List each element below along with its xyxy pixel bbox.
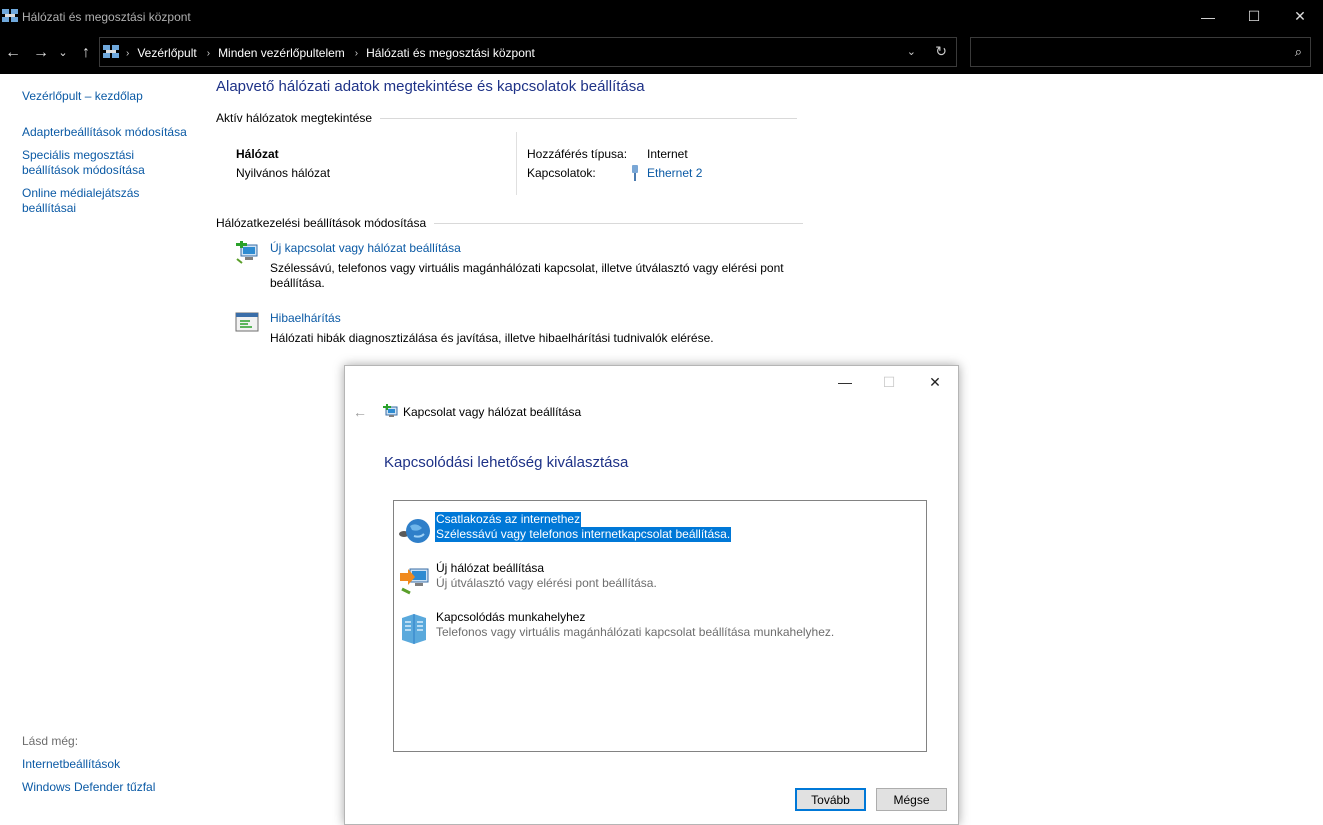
up-button[interactable]: ↑ [76,43,96,63]
new-connection-link[interactable]: Új kapcsolat vagy hálózat beállítása [270,241,461,255]
dialog-minimize-button[interactable]: — [833,372,857,392]
maximize-button[interactable]: ☐ [1231,0,1277,33]
chevron-down-icon[interactable]: ⌄ [907,45,916,58]
forward-button[interactable]: → [31,43,51,63]
divider [516,132,517,195]
minimize-button[interactable]: — [1185,0,1231,33]
search-input[interactable] [977,42,1277,62]
globe-icon [399,519,430,543]
breadcrumb-item[interactable]: Hálózati és megosztási központ [366,46,535,60]
section-heading-active-networks: Aktív hálózatok megtekintése [216,111,798,125]
sidebar-item-media-streaming[interactable]: Online médialejátszás beállításai [22,186,152,216]
dialog-title: Kapcsolat vagy hálózat beállítása [403,405,582,419]
search-box[interactable]: ⌕ [970,37,1311,67]
option-connect-internet[interactable]: Csatlakozás az internethez Szélessávú va… [398,512,918,556]
divider [380,117,798,119]
recent-locations-button[interactable]: ⌄ [56,43,70,63]
new-network-icon [400,568,429,595]
network-center-icon [2,9,18,22]
chevron-right-icon: › [126,47,130,59]
window-title: Hálózati és megosztási központ [22,10,191,24]
workplace-building-icon [402,614,426,644]
option-description: Új útválasztó vagy elérési pont beállítá… [436,576,657,590]
network-center-icon [103,45,119,58]
section-heading-text: Aktív hálózatok megtekintése [216,111,373,125]
sidebar-item-internet-options[interactable]: Internetbeállítások [22,757,197,772]
connection-options-list[interactable]: Csatlakozás az internethez Szélessávú va… [393,500,927,752]
option-title: Kapcsolódás munkahelyhez [436,610,586,624]
sidebar-item-sharing-settings[interactable]: Speciális megosztási beállítások módosít… [22,148,157,178]
cancel-button[interactable]: Mégse [876,788,947,811]
title-bar: Hálózati és megosztási központ — ☐ ✕ [0,0,1323,33]
divider [434,222,804,224]
breadcrumb: › Vezérlőpult › Minden vezérlőpultelem ›… [124,46,543,60]
breadcrumb-item[interactable]: Minden vezérlőpultelem [218,46,345,60]
page-title: Alapvető hálózati adatok megtekintése és… [216,78,645,95]
new-connection-icon [383,404,398,417]
back-button[interactable]: ← [3,43,23,63]
troubleshoot-link[interactable]: Hibaelhárítás [270,311,341,325]
ethernet-icon [632,165,638,181]
dialog-maximize-button: ☐ [882,374,896,390]
connections-label: Kapcsolatok: [527,166,596,180]
option-description: Telefonos vagy virtuális magánhálózati k… [436,625,835,639]
option-new-network[interactable]: Új hálózat beállítása Új útválasztó vagy… [398,561,918,605]
next-button[interactable]: Tovább [795,788,866,811]
troubleshoot-description: Hálózati hibák diagnosztizálása és javít… [270,331,714,345]
section-heading-text: Hálózatkezelési beállítások módosítása [216,216,427,230]
dialog-close-button[interactable]: ✕ [923,372,947,392]
sidebar-item-firewall[interactable]: Windows Defender tűzfal [22,780,197,795]
access-type-value: Internet [647,147,688,161]
new-connection-icon [236,241,258,264]
sidebar-item-adapter-settings[interactable]: Adapterbeállítások módosítása [22,125,197,140]
breadcrumb-item[interactable]: Vezérlőpult [137,46,196,60]
chevron-right-icon[interactable]: › [207,48,210,59]
option-title: Csatlakozás az internethez [435,512,582,527]
troubleshoot-icon [235,312,259,332]
network-name: Hálózat [236,147,279,161]
new-connection-description: Szélessávú, telefonos vagy virtuális mag… [270,261,784,290]
access-type-label: Hozzáférés típusa: [527,147,628,161]
chevron-right-icon[interactable]: › [355,48,358,59]
dialog-heading: Kapcsolódási lehetőség kiválasztása [384,454,629,471]
section-heading-change-settings: Hálózatkezelési beállítások módosítása [216,216,804,230]
refresh-icon[interactable]: ↻ [935,43,947,60]
option-connect-workplace[interactable]: Kapcsolódás munkahelyhez Telefonos vagy … [398,610,918,654]
address-bar[interactable]: › Vezérlőpult › Minden vezérlőpultelem ›… [99,37,957,67]
dialog-back-button[interactable]: ← [353,404,367,420]
connection-wizard-dialog: — ☐ ✕ ← Kapcsolat vagy hálózat beállítás… [344,365,959,825]
option-title: Új hálózat beállítása [436,561,545,575]
network-type: Nyilvános hálózat [236,166,331,180]
ethernet-connection-link[interactable]: Ethernet 2 [647,166,702,180]
close-button[interactable]: ✕ [1277,0,1323,33]
navigation-bar: ← → ⌄ ↑ › Vezérlőpult › Minden vezérlőpu… [0,33,1323,74]
sidebar-item-home[interactable]: Vezérlőpult – kezdőlap [22,89,197,104]
see-also-label: Lásd még: [22,734,79,748]
option-description: Szélessávú vagy telefonos internetkapcso… [435,527,732,542]
search-icon[interactable]: ⌕ [1295,44,1302,60]
